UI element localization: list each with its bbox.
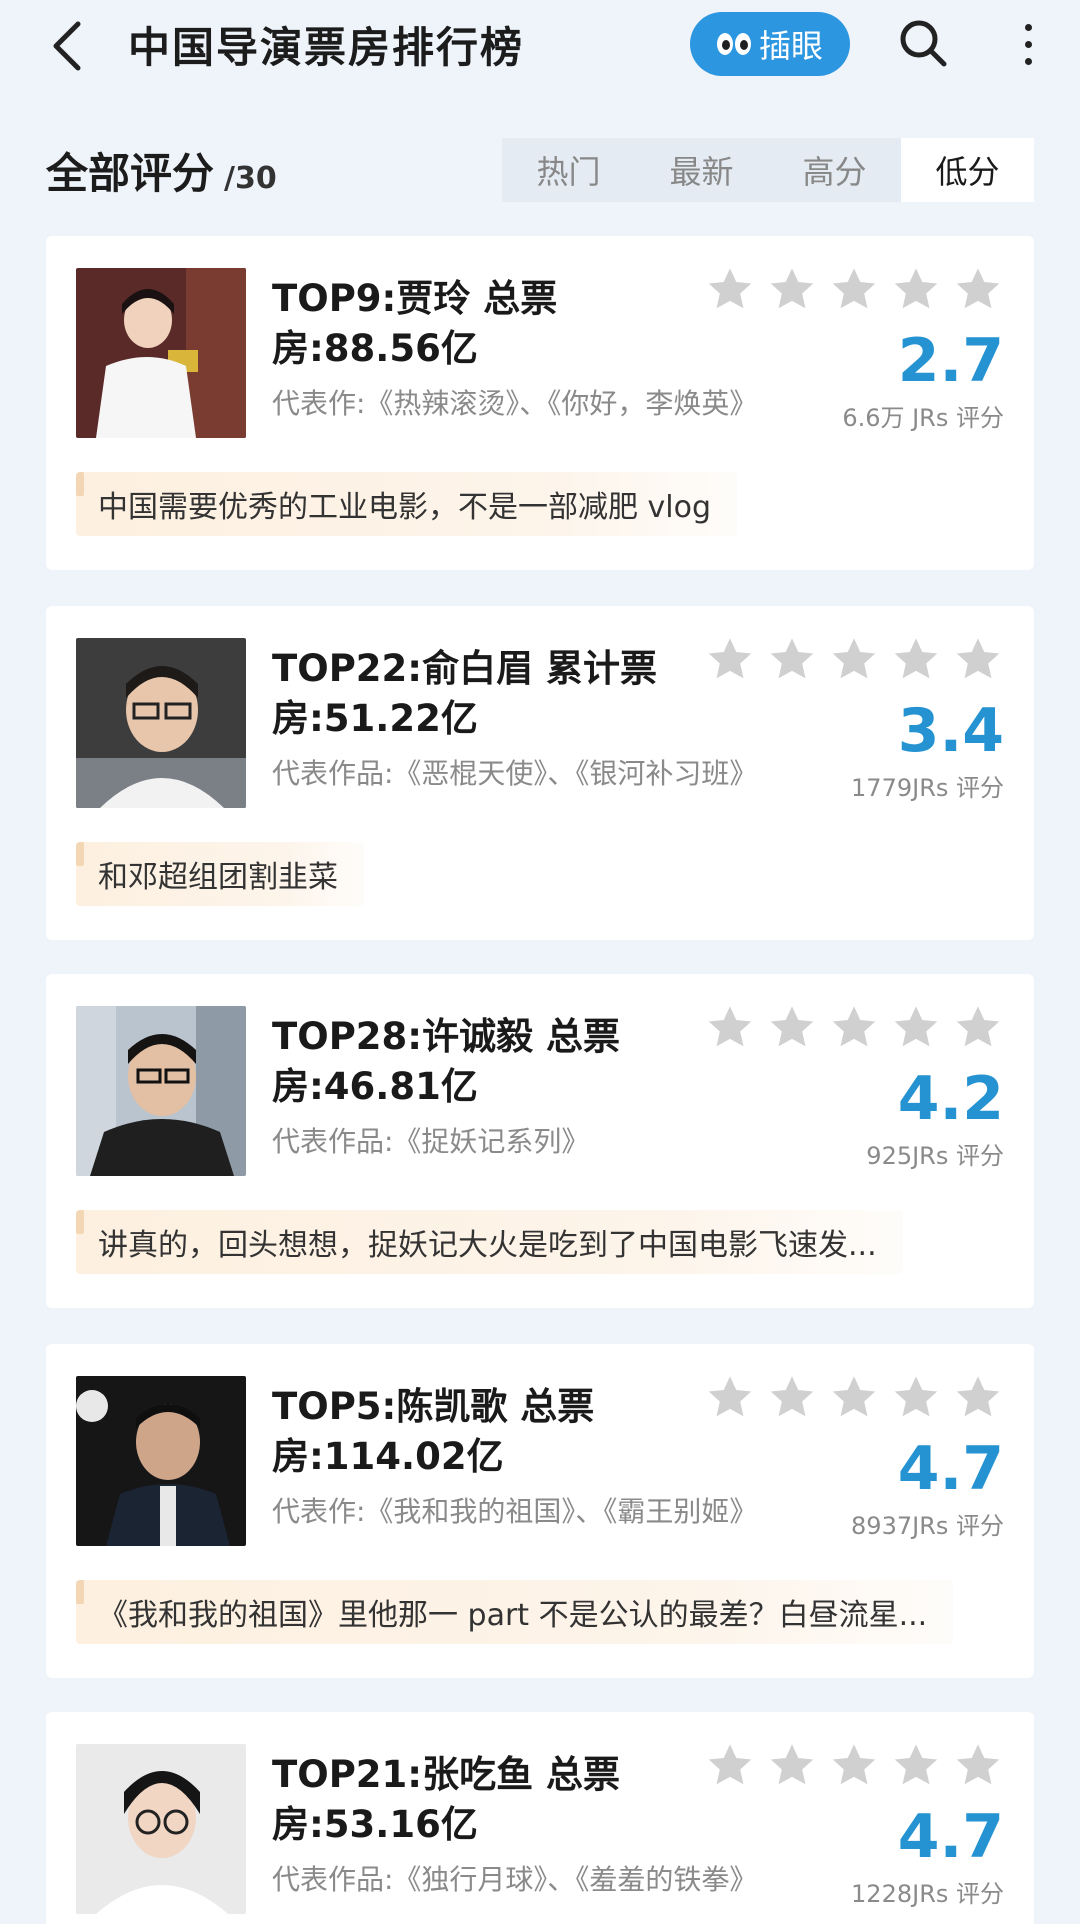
rater-count: 925JRs 评分: [866, 1142, 1004, 1170]
director-card[interactable]: TOP9:贾玲 总票 房:88.56亿 代表作:《热辣滚烫》、《你好，李焕英》 …: [46, 236, 1034, 570]
rater-count: 6.6万 JRs 评分: [842, 404, 1004, 432]
tab-low-score[interactable]: 低分: [901, 138, 1034, 202]
star-icon: [894, 638, 938, 679]
star-rating[interactable]: [704, 1372, 1004, 1424]
star-icon: [956, 1744, 1000, 1785]
more-dot: [1024, 57, 1032, 65]
star-icon: [956, 638, 1000, 679]
representative-works: 代表作:《我和我的祖国》、《霸王别姬》: [272, 1495, 758, 1528]
star-icon: [770, 268, 814, 309]
score: 4.7: [897, 1802, 1004, 1872]
star-icon: [956, 1006, 1000, 1047]
eyes-icon: [716, 33, 751, 55]
avatar: [76, 638, 246, 808]
star-icon: [832, 1744, 876, 1785]
director-title: TOP5:陈凯歌 总票 房:114.02亿: [272, 1382, 712, 1482]
top-bar: 中国导演票房排行榜 插眼: [0, 0, 1080, 100]
rater-count: 1228JRs 评分: [851, 1880, 1004, 1908]
star-icon: [708, 1744, 752, 1785]
star-icon: [708, 638, 752, 679]
box-office-line: 房:114.02亿: [272, 1435, 504, 1478]
top-comment[interactable]: 和邓超组团割韭菜: [76, 842, 364, 906]
star-rating[interactable]: [704, 1002, 1004, 1054]
rater-count: 1779JRs 评分: [851, 774, 1004, 802]
score: 3.4: [897, 696, 1004, 766]
director-title: TOP22:俞白眉 累计票 房:51.22亿: [272, 644, 712, 744]
chevron-left-icon: [53, 21, 81, 71]
star-icon: [832, 1006, 876, 1047]
avatar: [76, 1006, 246, 1176]
peek-button[interactable]: 插眼: [690, 12, 850, 76]
search-icon: [900, 20, 947, 67]
section-title-text: 全部评分: [46, 149, 215, 198]
avatar: [76, 1376, 246, 1546]
rating-count: /30: [224, 161, 277, 196]
section-title: 全部评分/30: [46, 140, 277, 201]
avatar: [76, 1744, 246, 1914]
representative-works: 代表作:《热辣滚烫》、《你好，李焕英》: [272, 387, 758, 420]
director-title: TOP28:许诚毅 总票 房:46.81亿: [272, 1012, 712, 1112]
director-title: TOP9:贾玲 总票 房:88.56亿: [272, 274, 712, 374]
title-line: TOP28:许诚毅 总票: [272, 1015, 620, 1058]
box-office-line: 房:88.56亿: [272, 327, 478, 370]
star-icon: [770, 1376, 814, 1417]
rater-count: 8937JRs 评分: [851, 1512, 1004, 1540]
score: 2.7: [897, 326, 1004, 396]
star-rating[interactable]: [704, 1740, 1004, 1792]
title-line: TOP21:张吃鱼 总票: [272, 1753, 620, 1796]
box-office-line: 房:51.22亿: [272, 697, 478, 740]
star-icon: [770, 638, 814, 679]
star-icon: [894, 1744, 938, 1785]
representative-works: 代表作品:《恶棍天使》、《银河补习班》: [272, 757, 758, 790]
star-icon: [956, 268, 1000, 309]
star-rating[interactable]: [704, 634, 1004, 686]
top-comment[interactable]: 《我和我的祖国》里他那一 part 不是公认的最差？白昼流星...: [76, 1580, 954, 1644]
star-icon: [894, 1006, 938, 1047]
star-icon: [770, 1006, 814, 1047]
star-rating[interactable]: [704, 264, 1004, 316]
more-dot: [1024, 40, 1032, 48]
search-button[interactable]: [896, 16, 952, 72]
star-icon: [894, 268, 938, 309]
star-icon: [708, 1006, 752, 1047]
star-icon: [832, 1376, 876, 1417]
tab-hot[interactable]: 热门: [502, 138, 635, 202]
filter-tabs: 热门 最新 高分 低分: [502, 138, 1034, 202]
star-icon: [956, 1376, 1000, 1417]
peek-label: 插眼: [758, 27, 823, 65]
avatar: [76, 268, 246, 438]
title-line: TOP5:陈凯歌 总票: [272, 1385, 595, 1428]
representative-works: 代表作品:《独行月球》、《羞羞的铁拳》: [272, 1863, 758, 1896]
star-icon: [894, 1376, 938, 1417]
back-button[interactable]: [44, 18, 90, 74]
more-dot: [1024, 23, 1032, 31]
tab-latest[interactable]: 最新: [635, 138, 768, 202]
director-title: TOP21:张吃鱼 总票 房:53.16亿: [272, 1750, 712, 1850]
title-line: TOP22:俞白眉 累计票: [272, 647, 657, 690]
score: 4.2: [897, 1064, 1004, 1134]
director-card[interactable]: TOP21:张吃鱼 总票 房:53.16亿 代表作品:《独行月球》、《羞羞的铁拳…: [46, 1712, 1034, 1924]
more-options-button[interactable]: [1008, 16, 1048, 72]
top-comment[interactable]: 中国需要优秀的工业电影，不是一部减肥 vlog: [76, 472, 738, 536]
title-line: TOP9:贾玲 总票: [272, 277, 558, 320]
star-icon: [708, 1376, 752, 1417]
box-office-line: 房:53.16亿: [272, 1803, 478, 1846]
star-icon: [832, 638, 876, 679]
top-comment[interactable]: 讲真的，回头想想，捉妖记大火是吃到了中国电影飞速发...: [76, 1210, 903, 1274]
star-icon: [708, 268, 752, 309]
star-icon: [832, 268, 876, 309]
score: 4.7: [897, 1434, 1004, 1504]
director-card[interactable]: TOP28:许诚毅 总票 房:46.81亿 代表作品:《捉妖记系列》 4.2 9…: [46, 974, 1034, 1308]
star-icon: [770, 1744, 814, 1785]
page-title: 中国导演票房排行榜: [128, 23, 525, 72]
director-card[interactable]: TOP22:俞白眉 累计票 房:51.22亿 代表作品:《恶棍天使》、《银河补习…: [46, 606, 1034, 940]
director-card[interactable]: TOP5:陈凯歌 总票 房:114.02亿 代表作:《我和我的祖国》、《霸王别姬…: [46, 1344, 1034, 1678]
box-office-line: 房:46.81亿: [272, 1065, 478, 1108]
tab-high-score[interactable]: 高分: [768, 138, 901, 202]
representative-works: 代表作品:《捉妖记系列》: [272, 1125, 590, 1158]
